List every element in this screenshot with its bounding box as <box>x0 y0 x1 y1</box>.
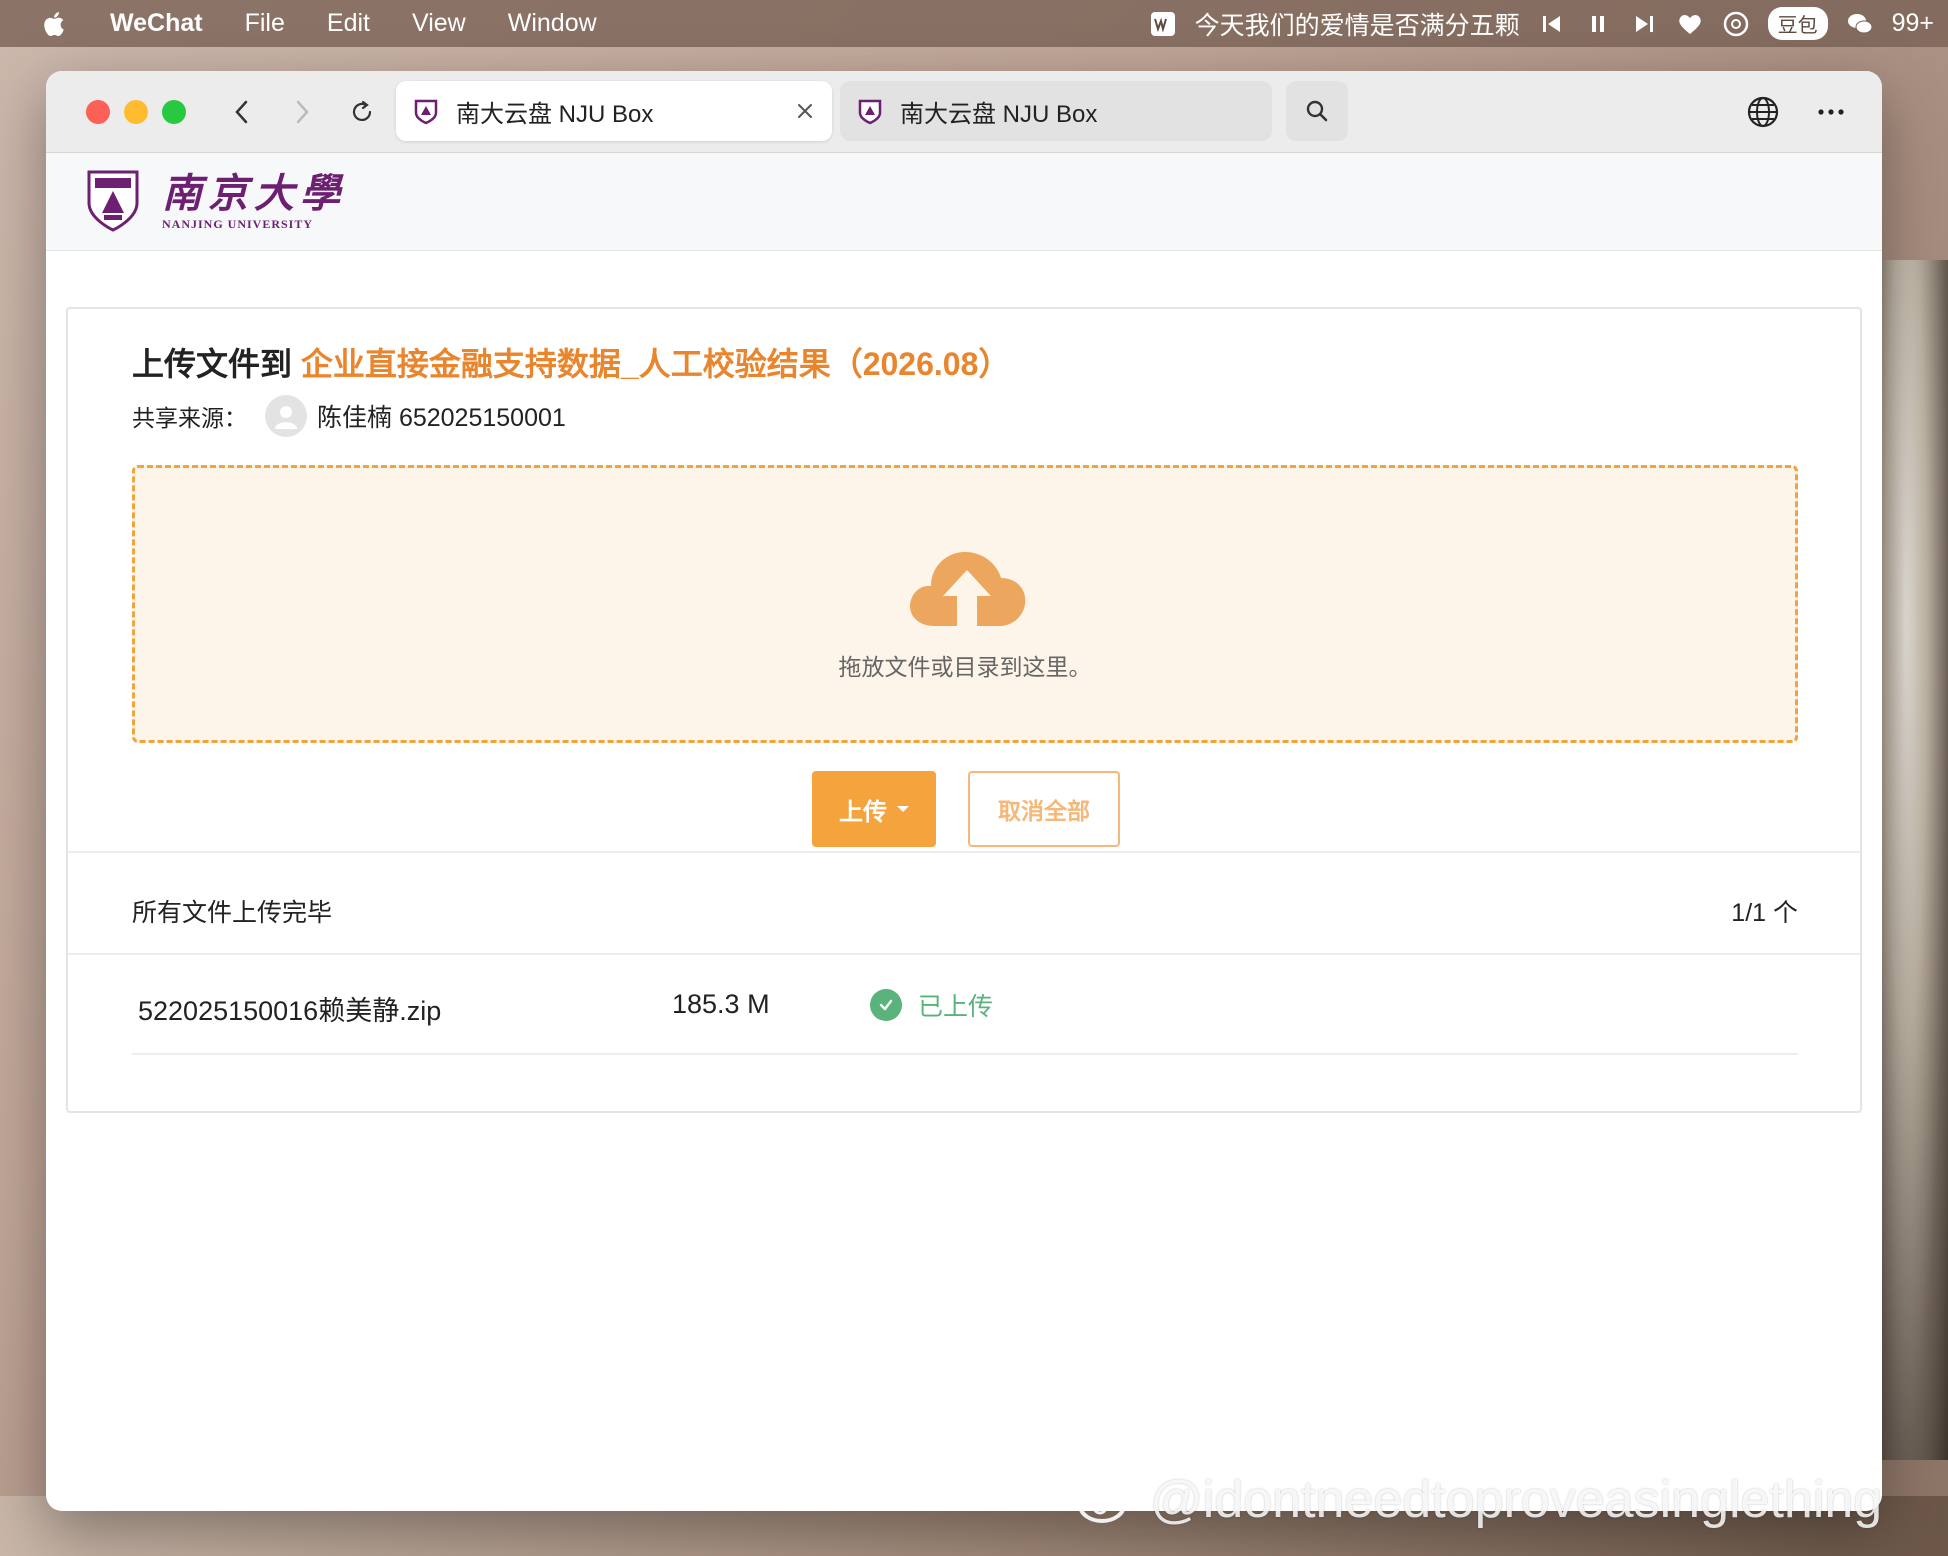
nju-crest-icon <box>87 170 139 232</box>
tab-title: 南大云盘 NJU Box <box>900 100 1098 128</box>
share-source-row: 共享来源： 陈佳楠 652025150001 <box>132 395 566 437</box>
watermark-text: @idontneedtoproveasinglething <box>1150 1471 1883 1529</box>
heart-icon[interactable] <box>1676 10 1704 38</box>
previous-track-icon[interactable] <box>1538 10 1566 38</box>
share-source-label: 共享来源： <box>132 405 247 431</box>
caret-down-icon <box>897 806 909 812</box>
search-icon <box>1306 100 1328 122</box>
nju-favicon-icon <box>414 99 438 125</box>
apple-icon[interactable] <box>40 9 70 39</box>
pause-icon[interactable] <box>1584 10 1612 38</box>
upload-panel: 上传文件到 企业直接金融支持数据_人工校验结果（2026.08） 共享来源： 陈… <box>66 307 1862 1113</box>
divider <box>68 851 1860 853</box>
now-playing-title[interactable]: 今天我们的爱情是否满分五颗 <box>1195 6 1520 42</box>
menu-edit[interactable]: Edit <box>327 9 370 38</box>
menu-app-name[interactable]: WeChat <box>110 9 203 38</box>
upload-status-row: 所有文件上传完毕 1/1 个 <box>132 893 1798 929</box>
upload-count: 1/1 个 <box>1731 899 1798 927</box>
netease-music-icon[interactable] <box>1722 10 1750 38</box>
nju-logo[interactable]: 南京大學 NANJING UNIVERSITY <box>86 169 346 233</box>
file-name: 522025150016赖美静.zip <box>138 996 442 1026</box>
close-tab-icon[interactable] <box>794 100 816 122</box>
file-status: 已上传 <box>870 987 993 1023</box>
reload-icon <box>352 100 372 121</box>
upload-button-label: 上传 <box>839 798 887 826</box>
weibo-icon <box>1078 1479 1136 1523</box>
divider <box>68 953 1860 955</box>
site-header: 南京大學 NANJING UNIVERSITY <box>46 153 1882 251</box>
page-title: 上传文件到 企业直接金融支持数据_人工校验结果（2026.08） <box>132 339 1010 385</box>
menu-file[interactable]: File <box>245 9 285 38</box>
title-prefix: 上传文件到 <box>132 346 301 382</box>
check-circle-icon <box>870 989 902 1021</box>
user-icon <box>275 406 297 429</box>
drop-hint: 拖放文件或目录到这里。 <box>838 654 1092 680</box>
tab-nju-box-active[interactable]: 南大云盘 NJU Box <box>396 81 832 141</box>
file-status-text: 已上传 <box>918 993 994 1021</box>
brand-chinese-name: 南京大學 <box>162 169 346 217</box>
tab-search-button[interactable] <box>1286 81 1348 141</box>
menu-bar: WeChat File Edit View Window 今天我们的爱情是否满分… <box>0 0 1948 47</box>
target-folder-name: 企业直接金融支持数据_人工校验结果（2026.08） <box>300 346 1011 382</box>
minimize-window-button[interactable] <box>124 99 148 124</box>
desktop-wallpaper <box>1878 260 1948 1460</box>
next-track-icon[interactable] <box>1630 10 1658 38</box>
zoom-window-button[interactable] <box>162 99 186 124</box>
avatar <box>265 395 307 437</box>
menu-window[interactable]: Window <box>508 9 597 38</box>
tab-title: 南大云盘 NJU Box <box>456 100 654 128</box>
cancel-all-button[interactable]: 取消全部 <box>968 771 1120 847</box>
weibo-watermark: @idontneedtoproveasinglething <box>1076 1470 1882 1530</box>
forward-button[interactable] <box>284 94 320 130</box>
browser-toolbar: 南大云盘 NJU Box 南大云盘 NJU Box <box>46 71 1882 153</box>
upload-button[interactable]: 上传 <box>812 771 936 847</box>
share-owner: 陈佳楠 652025150001 <box>317 404 566 432</box>
menu-view[interactable]: View <box>412 9 466 38</box>
wechat-icon[interactable] <box>1846 10 1874 38</box>
table-row: 522025150016赖美静.zip 185.3 M 已上传 <box>132 985 1798 1055</box>
cloud-upload-icon <box>910 552 1026 626</box>
file-size: 185.3 M <box>672 989 770 1019</box>
nju-favicon-icon <box>858 99 882 125</box>
globe-icon[interactable] <box>1744 93 1782 131</box>
window-controls <box>86 99 186 124</box>
more-options-icon[interactable] <box>1812 93 1850 131</box>
wps-icon[interactable] <box>1149 10 1177 38</box>
tab-nju-box[interactable]: 南大云盘 NJU Box <box>840 81 1272 141</box>
back-button[interactable] <box>224 94 260 130</box>
upload-status-text: 所有文件上传完毕 <box>132 899 333 927</box>
reload-button[interactable] <box>344 94 380 130</box>
file-drop-zone[interactable]: 拖放文件或目录到这里。 <box>132 465 1798 743</box>
browser-window: 南大云盘 NJU Box 南大云盘 NJU Box 南京大學 NANJING U… <box>46 71 1882 1511</box>
close-window-button[interactable] <box>86 99 110 124</box>
brand-english-name: NANJING UNIVERSITY <box>162 216 314 231</box>
wechat-unread-count: 99+ <box>1891 9 1934 37</box>
doubao-badge[interactable]: 豆包 <box>1767 7 1828 40</box>
chevron-left-icon <box>235 100 248 123</box>
chevron-right-icon <box>296 100 309 123</box>
